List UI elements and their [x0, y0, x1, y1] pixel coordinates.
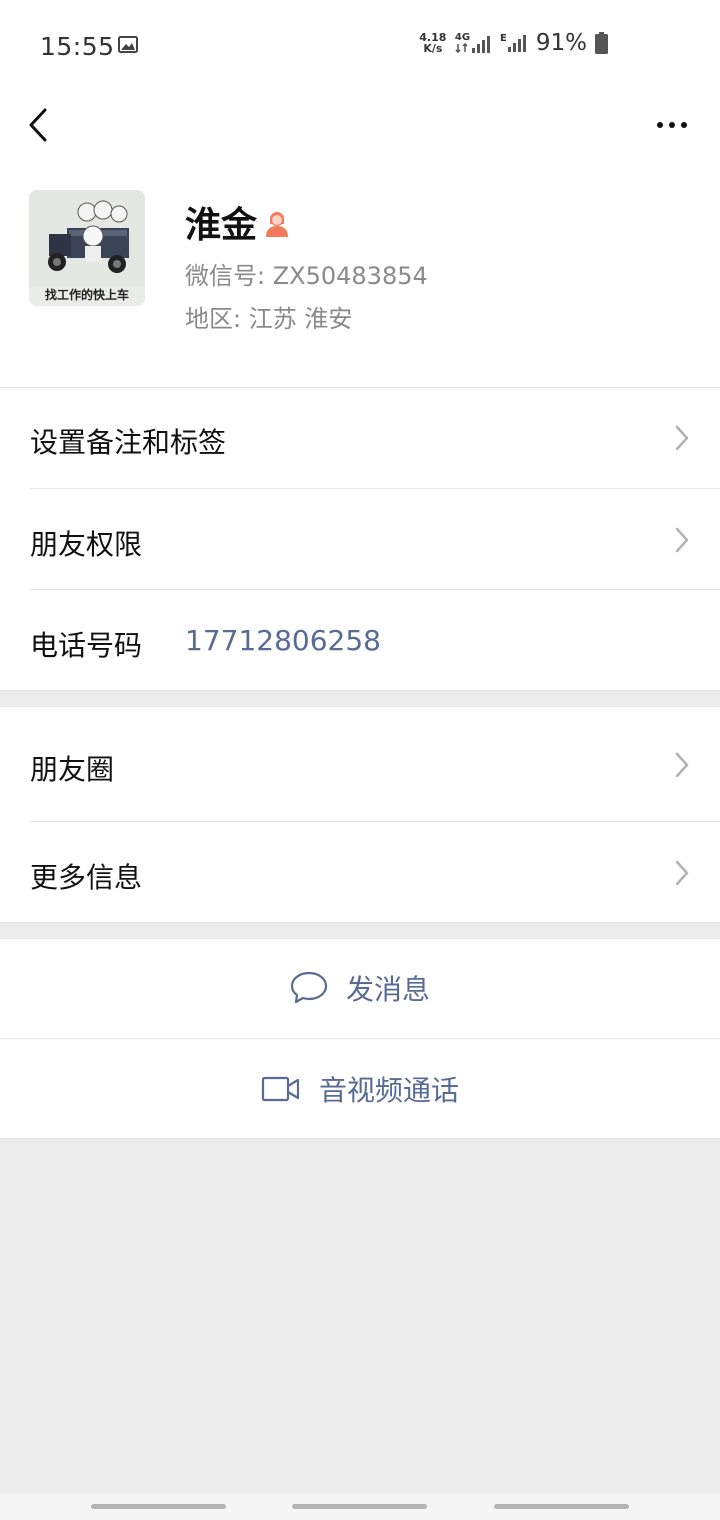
female-gender-icon: [266, 212, 289, 237]
permissions-row[interactable]: 朋友权限: [0, 489, 720, 590]
chevron-left-icon: [29, 108, 47, 142]
video-call-label: 音视频通话: [318, 1074, 459, 1107]
more-info-row[interactable]: 更多信息: [0, 822, 720, 923]
avatar-caption: 找工作的快上车: [44, 288, 129, 302]
wechat-id: 微信号: ZX50483854: [185, 262, 428, 290]
more-info-label: 更多信息: [30, 861, 143, 894]
signal-bars-icon: [472, 36, 491, 53]
region: 地区: 江苏 淮安: [185, 305, 353, 333]
battery-icon: [595, 32, 608, 54]
nav-bar: [0, 90, 720, 160]
contact-name: 淮金: [185, 205, 258, 246]
signal-e: E: [500, 34, 528, 52]
moments-row[interactable]: 朋友圈: [0, 706, 720, 822]
home-handle[interactable]: [292, 1504, 427, 1509]
permissions-label: 朋友权限: [30, 528, 143, 561]
divider: [0, 706, 720, 707]
phone-row: 电话号码 17712806258: [0, 590, 720, 691]
divider: [0, 938, 720, 939]
data-arrows-icon: [455, 43, 468, 53]
video-camera-icon: [261, 1076, 300, 1102]
chevron-right-icon: [675, 527, 689, 553]
send-message-button[interactable]: 发消息: [0, 938, 720, 1038]
send-message-label: 发消息: [345, 973, 430, 1006]
profile-card: 找工作的快上车 淮金 微信号: ZX50483854 地区: 江苏 淮安: [0, 160, 720, 388]
gallery-icon: [118, 36, 138, 53]
phone-number-link[interactable]: 17712806258: [185, 624, 381, 657]
phone-label: 电话号码: [30, 629, 143, 662]
name-row: 淮金: [185, 196, 291, 248]
video-call-button[interactable]: 音视频通话: [0, 1039, 720, 1139]
avatar-picture-icon: [29, 190, 145, 286]
chevron-right-icon: [675, 425, 689, 451]
more-button[interactable]: [652, 100, 692, 150]
signal-4g: 4G: [455, 33, 492, 53]
network-speed-unit: K/s: [423, 42, 443, 55]
back-handle[interactable]: [494, 1504, 629, 1509]
battery-percent: 91%: [535, 30, 587, 56]
network-speed: 4.18 K/s: [419, 32, 447, 54]
chevron-right-icon: [675, 752, 689, 778]
back-button[interactable]: [18, 100, 58, 150]
avatar[interactable]: 找工作的快上车: [29, 190, 145, 306]
more-dots-icon: [657, 122, 687, 128]
status-time: 15:55: [40, 32, 115, 61]
network-e-label: E: [500, 33, 507, 44]
divider: [0, 690, 720, 691]
chat-bubble-icon: [290, 971, 328, 1004]
divider: [0, 1138, 720, 1139]
remark-label: 设置备注和标签: [30, 426, 227, 459]
remark-row[interactable]: 设置备注和标签: [0, 388, 720, 489]
recent-apps-handle[interactable]: [91, 1504, 226, 1509]
signal-bars-icon: [507, 35, 526, 52]
chevron-right-icon: [675, 860, 689, 886]
status-indicators: 4.18 K/s 4G E 91%: [419, 30, 608, 56]
status-bar: 15:55 4.18 K/s 4G E 91%: [0, 0, 720, 90]
divider: [0, 922, 720, 923]
network-4g-label: 4G: [454, 32, 471, 43]
gesture-bar: [0, 1494, 720, 1520]
moments-label: 朋友圈: [30, 753, 115, 786]
